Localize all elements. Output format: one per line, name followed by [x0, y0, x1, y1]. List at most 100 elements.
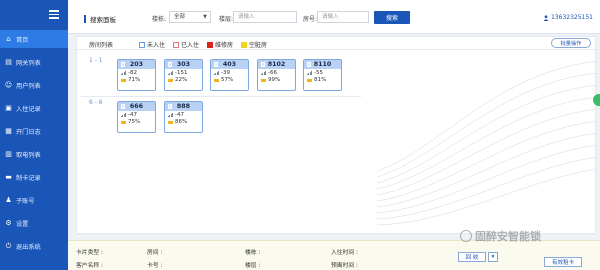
legend-dirty: 空脏房 — [241, 40, 267, 49]
battery-icon — [307, 78, 312, 82]
batch-operation-button[interactable]: 批量操作 — [551, 38, 591, 48]
sidebar-item-label: 用户列表 — [16, 82, 41, 90]
chevron-down-icon: ▾ — [491, 254, 495, 260]
room-list-header: 房间列表 未入住 已入住 维修房 空脏房 批量操作 — [77, 37, 595, 50]
signal-icon — [261, 70, 266, 75]
checkout-time-label: 预离时间 : — [331, 263, 358, 269]
signal-icon — [121, 112, 126, 117]
menu-toggle-icon[interactable] — [49, 10, 59, 19]
battery-icon — [121, 120, 126, 124]
floor-label: 楼层: — [219, 16, 234, 23]
room-input[interactable]: 请输入 — [317, 11, 369, 23]
room-card-303[interactable]: 303 -151 22% — [164, 59, 203, 91]
sidebar-item-checkin[interactable]: ▣ 入住记录 — [0, 99, 68, 117]
sidebar-item-label: 制卡记录 — [16, 174, 41, 182]
door-log-icon: ▦ — [5, 127, 12, 135]
door-icon — [168, 62, 172, 67]
subaccount-icon: ♟ — [5, 196, 12, 204]
signal-icon — [168, 112, 173, 117]
room-label: 房号: — [303, 16, 318, 23]
floor-info-label: 楼层 : — [245, 263, 261, 269]
customer-name-label: 客户名称 : — [76, 263, 103, 269]
sidebar-item-label: 退出系统 — [16, 243, 41, 251]
side-expand-tab[interactable] — [593, 94, 600, 106]
door-icon — [168, 104, 172, 109]
wechat-icon — [460, 230, 472, 242]
door-icon — [307, 62, 311, 67]
sidebar-item-home[interactable]: ⌂ 首页 — [0, 30, 68, 48]
sidebar-item-label: 首页 — [16, 36, 29, 44]
door-icon — [121, 104, 125, 109]
signal-icon — [307, 70, 312, 75]
sidebar-item-gateways[interactable]: ▤ 网关列表 — [0, 53, 68, 71]
sidebar-item-label: 设置 — [16, 220, 29, 228]
room-card-203[interactable]: 203 -82 71% — [117, 59, 156, 91]
room-list-title: 房间列表 — [89, 42, 114, 49]
building-select[interactable]: 全部 ▼ — [169, 11, 211, 23]
search-panel-title: 搜索面板 — [84, 14, 116, 24]
sidebar: ⌂ 首页 ▤ 网关列表 ☺ 用户列表 ▣ 入住记录 ▦ 开门日志 ▥ 取电列表 … — [0, 0, 68, 270]
sidebar-item-logout[interactable]: ⏻ 退出系统 — [0, 237, 68, 255]
sidebar-item-label: 子账号 — [16, 197, 35, 205]
floor-divider — [81, 96, 361, 97]
recycle-dropdown-button[interactable]: ▾ — [488, 252, 498, 262]
logout-icon: ⏻ — [5, 241, 12, 250]
signal-icon — [121, 70, 126, 75]
sidebar-item-label: 取电列表 — [16, 151, 41, 159]
room-list-panel: 房间列表 未入住 已入住 维修房 空脏房 批量操作 1 - 1 203 -82 … — [76, 36, 596, 234]
search-panel: 搜索面板 楼栋: 全部 ▼ 楼层: 请输入 房号: 请输入 搜索 1363232… — [68, 0, 600, 34]
search-button[interactable]: 搜索 — [374, 11, 410, 24]
room-card-888[interactable]: 888 -47 86% — [164, 101, 203, 133]
legend-maintenance: 维修房 — [207, 40, 233, 49]
recycle-button[interactable]: 回 收 — [458, 252, 486, 262]
door-icon — [214, 62, 218, 67]
sidebar-item-subaccount[interactable]: ♟ 子账号 — [0, 191, 68, 209]
signal-icon — [168, 70, 173, 75]
room-info-label: 房间 : — [147, 250, 163, 256]
sidebar-item-settings[interactable]: ⚙ 设置 — [0, 214, 68, 232]
sidebar-item-users[interactable]: ☺ 用户列表 — [0, 76, 68, 94]
battery-icon — [168, 120, 173, 124]
room-card-8102[interactable]: 8102 -66 99% — [257, 59, 296, 91]
floor-group-label: 6 - 6 — [89, 99, 103, 106]
sidebar-item-card-records[interactable]: ▬ 制卡记录 — [0, 168, 68, 186]
building-label: 楼栋: — [152, 16, 167, 23]
watermark: 固醉安智能锁 — [460, 228, 541, 244]
sidebar-item-power[interactable]: ▥ 取电列表 — [0, 145, 68, 163]
door-icon — [121, 62, 125, 67]
chevron-down-icon: ▼ — [203, 14, 207, 20]
home-icon: ⌂ — [6, 35, 11, 43]
legend-vacant: 未入住 — [139, 40, 165, 49]
user-account[interactable]: 13632325151 — [543, 14, 593, 21]
battery-icon — [214, 78, 219, 82]
door-icon — [261, 62, 265, 67]
checkin-time-label: 入住时间 : — [331, 250, 358, 256]
sidebar-item-label: 开门日志 — [16, 128, 41, 136]
room-card-403[interactable]: 403 -39 57% — [210, 59, 249, 91]
user-icon: ☺ — [4, 81, 13, 89]
sidebar-item-label: 网关列表 — [16, 59, 41, 67]
card-info-bar: 卡片类型 : 房间 : 楼栋 : 入住时间 : 客户名称 : 卡号 : 楼层 :… — [68, 240, 600, 270]
user-icon — [543, 14, 549, 21]
gateway-icon: ▤ — [5, 58, 12, 66]
floor-group-label: 1 - 1 — [89, 57, 103, 64]
power-icon: ▥ — [5, 150, 12, 158]
checkin-icon: ▣ — [5, 104, 12, 112]
card-type-label: 卡片类型 : — [76, 250, 103, 256]
battery-icon — [121, 78, 126, 82]
battery-icon — [261, 78, 266, 82]
decorative-wave-background — [377, 61, 595, 226]
sidebar-item-label: 入住记录 — [16, 105, 41, 113]
battery-icon — [168, 78, 173, 82]
card-number-label: 卡号 : — [147, 263, 163, 269]
building-info-label: 楼栋 : — [245, 250, 261, 256]
valid-card-button[interactable]: 有效租卡 — [544, 257, 582, 267]
sidebar-item-door-log[interactable]: ▦ 开门日志 — [0, 122, 68, 140]
card-icon: ▬ — [5, 173, 12, 181]
signal-icon — [214, 70, 219, 75]
floor-input[interactable]: 请输入 — [233, 11, 297, 23]
room-card-8110[interactable]: 8110 -55 81% — [303, 59, 342, 91]
gear-icon: ⚙ — [5, 219, 12, 227]
legend-occupied: 已入住 — [173, 40, 199, 49]
room-card-666[interactable]: 666 -47 75% — [117, 101, 156, 133]
